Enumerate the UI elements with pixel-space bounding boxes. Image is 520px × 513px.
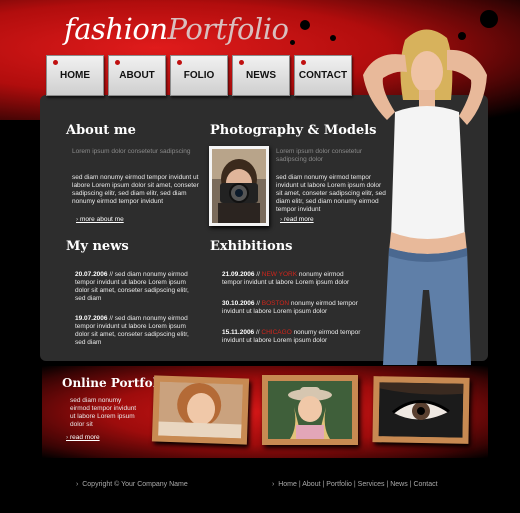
about-intro: Lorem ipsum dolor consetetur sadipscing	[72, 148, 191, 155]
about-body: sed diam nonumy eirmod tempor invidunt u…	[72, 174, 199, 205]
pin-icon	[239, 60, 244, 65]
portfolio-thumb-2[interactable]	[262, 375, 358, 445]
logo-text-fashion: fashion	[64, 12, 168, 46]
photographer-photo	[209, 146, 269, 226]
portfolio-thumb-3[interactable]	[372, 376, 470, 444]
about-title: About me	[66, 123, 136, 138]
portrait-photo-icon	[158, 381, 243, 439]
eye-closeup-photo-icon	[378, 382, 464, 438]
portfolio-body: sed diam nonumy eirmod tempor invidunt u…	[70, 397, 137, 428]
ink-splat	[330, 35, 336, 41]
news-item: 20.07.2006 // sed diam nonumy eirmod tem…	[75, 271, 193, 303]
news-title: My news	[66, 239, 129, 254]
cowgirl-photo-icon	[268, 381, 352, 439]
exhibition-city: BOSTON	[261, 300, 290, 307]
footer-copyright: › Copyright © Your Company Name	[76, 481, 188, 488]
logo-text-portfolio: Portfolio	[167, 12, 290, 46]
photography-read-more-link[interactable]: read more	[280, 216, 314, 223]
exhibition-city: CHICAGO	[261, 329, 292, 336]
exhibition-date: 21.09.2006	[222, 271, 255, 278]
news-date: 20.07.2006	[75, 271, 108, 278]
pin-icon	[177, 60, 182, 65]
nav-contact[interactable]: CONTACT	[294, 55, 352, 96]
nav-news[interactable]: NEWS	[232, 55, 290, 96]
exhibition-item: 15.11.2006 // CHICAGO nonumy eirmod temp…	[222, 329, 362, 345]
pin-icon	[115, 60, 120, 65]
exhibition-date: 15.11.2006	[222, 329, 255, 336]
footer-link-portfolio[interactable]: Portfolio	[326, 481, 352, 488]
footer-link-contact[interactable]: Contact	[413, 481, 437, 488]
exhibition-separator: //	[254, 300, 262, 307]
nav-about-label: ABOUT	[119, 70, 155, 81]
footer-link-about[interactable]: About	[302, 481, 320, 488]
footer-link-services[interactable]: Services	[358, 481, 385, 488]
main-navigation: HOME ABOUT FOLIO NEWS CONTACT	[46, 55, 352, 97]
site-logo[interactable]: fashionPortfolio	[64, 12, 289, 46]
camera-photo-icon	[212, 149, 266, 223]
ink-splat	[300, 20, 310, 30]
nav-home[interactable]: HOME	[46, 55, 104, 96]
ink-splat	[290, 40, 295, 45]
exhibition-item: 30.10.2006 // BOSTON nonumy eirmod tempo…	[222, 300, 362, 316]
news-item: 19.07.2006 // sed diam nonumy eirmod tem…	[75, 315, 193, 347]
exhibition-city: NEW YORK	[261, 271, 298, 278]
exhibition-date: 30.10.2006	[222, 300, 255, 307]
exhibition-separator: //	[254, 271, 262, 278]
nav-news-label: NEWS	[246, 70, 276, 81]
more-about-link[interactable]: more about me	[76, 216, 124, 223]
nav-folio[interactable]: FOLIO	[170, 55, 228, 96]
model-photo	[363, 29, 487, 365]
portfolio-thumb-1[interactable]	[151, 375, 250, 445]
exhibition-item: 21.09.2006 // NEW YORK nonumy eirmod tem…	[222, 271, 362, 287]
news-separator: //	[107, 315, 115, 322]
nav-folio-label: FOLIO	[183, 70, 215, 81]
nav-contact-label: CONTACT	[298, 70, 348, 81]
footer-link-news[interactable]: News	[390, 481, 408, 488]
portfolio-read-more-link[interactable]: read more	[66, 434, 100, 441]
pin-icon	[301, 60, 306, 65]
footer-links: › Home | About | Portfolio | Services | …	[272, 481, 438, 488]
photography-title: Photography & Models	[210, 123, 377, 138]
news-date: 19.07.2006	[75, 315, 108, 322]
nav-about[interactable]: ABOUT	[108, 55, 166, 96]
nav-home-label: HOME	[60, 70, 90, 81]
pin-icon	[53, 60, 58, 65]
footer-link-home[interactable]: Home	[278, 481, 297, 488]
news-separator: //	[107, 271, 115, 278]
copyright-text: Copyright © Your Company Name	[82, 481, 188, 488]
exhibitions-title: Exhibitions	[210, 239, 293, 254]
